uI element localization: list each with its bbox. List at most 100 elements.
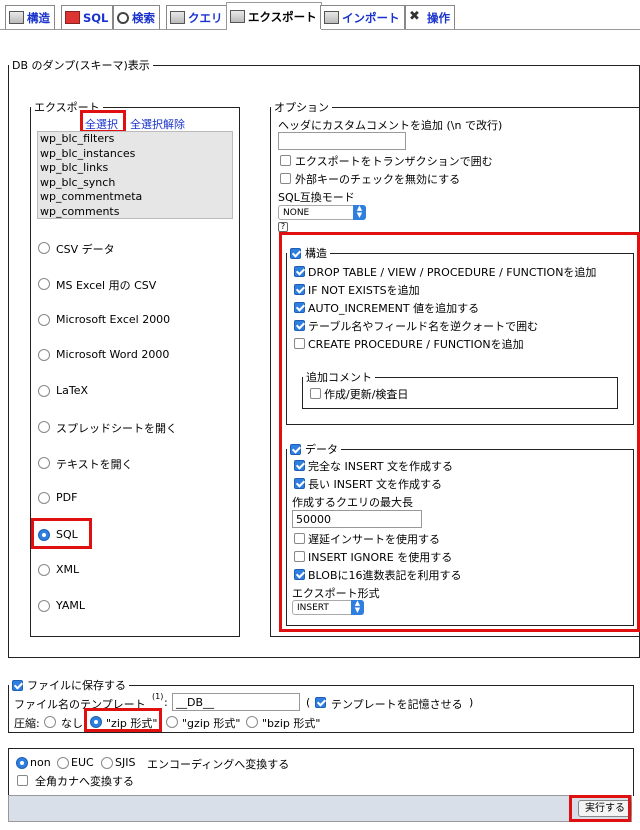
max-query-input[interactable] bbox=[292, 510, 422, 528]
create-procedure-checkbox[interactable] bbox=[294, 338, 305, 349]
delayed-insert-label: 遅延インサートを使用する bbox=[308, 533, 440, 546]
compress-none-radio[interactable] bbox=[44, 716, 56, 728]
drop-table-checkbox[interactable] bbox=[294, 266, 305, 277]
compress-bzip-radio[interactable] bbox=[246, 716, 258, 728]
option-label: CREATE PROCEDURE / FUNCTIONを追加 bbox=[308, 338, 524, 351]
complete-insert-checkbox[interactable] bbox=[294, 460, 305, 471]
insert-ignore-label: INSERT IGNORE を使用する bbox=[308, 551, 453, 564]
structure-legend-label: 構造 bbox=[305, 247, 327, 260]
save-legend-label: ファイルに保存する bbox=[27, 679, 126, 692]
format-radio-yaml[interactable] bbox=[38, 600, 50, 612]
dump-legend: DB のダンプ(スキーマ)表示 bbox=[12, 59, 150, 72]
template-input[interactable] bbox=[172, 693, 300, 711]
format-radio-text[interactable] bbox=[38, 457, 50, 469]
save-legend: ファイルに保存する bbox=[9, 677, 129, 693]
blob-hex-checkbox[interactable] bbox=[294, 569, 305, 580]
tab-structure[interactable]: 構造 bbox=[5, 5, 55, 29]
structure-legend: 構造 bbox=[287, 245, 330, 261]
kana-label: 全角カナへ変換する bbox=[35, 775, 134, 788]
compat-label: SQL互換モード bbox=[278, 191, 355, 204]
tab-export[interactable]: エクスポート bbox=[226, 2, 322, 30]
deselect-all-link[interactable]: 全選択解除 bbox=[130, 116, 185, 132]
extended-insert-checkbox[interactable] bbox=[294, 478, 305, 489]
dates-checkbox[interactable] bbox=[310, 388, 321, 399]
data-legend: データ bbox=[287, 441, 341, 457]
table-option[interactable]: wp_blc_filters bbox=[38, 132, 232, 147]
format-radio-excel2000[interactable] bbox=[38, 314, 50, 326]
encoding-sjis-radio[interactable] bbox=[101, 757, 113, 769]
tab-operations[interactable]: 操作 bbox=[405, 5, 455, 29]
query-icon bbox=[170, 11, 185, 24]
table-option[interactable]: wp_blc_synch bbox=[38, 176, 232, 191]
insert-ignore-checkbox[interactable] bbox=[294, 551, 305, 562]
select-arrows-icon: ▲ ▼ bbox=[351, 600, 364, 615]
transaction-label: エクスポートをトランザクションで囲む bbox=[295, 155, 493, 168]
save-file-checkbox[interactable] bbox=[12, 679, 23, 691]
format-radio-spreadsheet[interactable] bbox=[38, 421, 50, 433]
delayed-insert-checkbox[interactable] bbox=[294, 533, 305, 544]
format-radio-csv[interactable] bbox=[38, 242, 50, 254]
compat-select[interactable]: NONE ▲ ▼ bbox=[278, 205, 366, 220]
fk-checkbox[interactable] bbox=[280, 173, 291, 184]
complete-insert-label: 完全な INSERT 文を作成する bbox=[308, 460, 453, 473]
format-label: XML bbox=[56, 563, 80, 576]
transaction-checkbox[interactable] bbox=[280, 155, 291, 166]
format-radio-csv-excel[interactable] bbox=[38, 278, 50, 290]
data-checkbox[interactable] bbox=[290, 443, 301, 455]
extended-insert-label: 長い INSERT 文を作成する bbox=[308, 478, 442, 491]
format-radio-pdf[interactable] bbox=[38, 492, 50, 504]
format-radio-latex[interactable] bbox=[38, 385, 50, 397]
format-radio-word2000[interactable] bbox=[38, 349, 50, 361]
remember-open: ( bbox=[306, 696, 311, 709]
encoding-label: EUC bbox=[71, 756, 94, 769]
table-option[interactable]: wp_comments bbox=[38, 205, 232, 219]
import-icon bbox=[324, 11, 339, 24]
table-option[interactable]: wp_blc_instances bbox=[38, 147, 232, 162]
highlight-zip bbox=[84, 708, 162, 732]
encoding-suffix: エンコーディングへ変換する bbox=[147, 758, 290, 771]
header-comment-input[interactable] bbox=[278, 132, 406, 150]
blob-hex-label: BLOBに16進数表記を利用する bbox=[308, 569, 462, 582]
comment-legend: 追加コメント bbox=[306, 371, 372, 384]
table-option[interactable]: wp_blc_links bbox=[38, 161, 232, 176]
backquotes-checkbox[interactable] bbox=[294, 320, 305, 331]
tab-label: 検索 bbox=[132, 10, 155, 25]
encoding-label: SJIS bbox=[115, 756, 136, 769]
format-label: MS Excel 用の CSV bbox=[56, 279, 157, 292]
if-not-exists-checkbox[interactable] bbox=[294, 284, 305, 295]
tab-import[interactable]: インポート bbox=[320, 5, 405, 29]
tab-query[interactable]: クエリ bbox=[166, 5, 228, 29]
options-legend: オプション bbox=[274, 101, 329, 114]
auto-increment-checkbox[interactable] bbox=[294, 302, 305, 313]
structure-checkbox[interactable] bbox=[290, 247, 301, 259]
compress-label: 圧縮: bbox=[14, 717, 40, 730]
header-comment-label: ヘッダにカスタムコメントを追加 (\n で改行) bbox=[278, 119, 503, 132]
highlight-sql-format bbox=[31, 518, 92, 549]
encoding-euc-radio[interactable] bbox=[57, 757, 69, 769]
help-icon[interactable]: ? bbox=[278, 222, 288, 232]
search-icon bbox=[117, 11, 129, 24]
format-label: Microsoft Word 2000 bbox=[56, 348, 170, 361]
format-label: CSV データ bbox=[56, 243, 115, 256]
export-type-select[interactable]: INSERT ▲ ▼ bbox=[292, 600, 364, 615]
format-label: PDF bbox=[56, 491, 78, 504]
compress-gzip-radio[interactable] bbox=[166, 716, 178, 728]
tab-label: インポート bbox=[342, 10, 400, 25]
table-select-list[interactable]: wp_blc_filters wp_blc_instances wp_blc_l… bbox=[37, 131, 233, 219]
format-label: スプレッドシートを開く bbox=[56, 422, 177, 435]
fk-label: 外部キーのチェックを無効にする bbox=[295, 173, 461, 186]
tab-sql[interactable]: SQL bbox=[61, 5, 114, 29]
encoding-non-radio[interactable] bbox=[16, 757, 28, 769]
kana-checkbox[interactable] bbox=[17, 775, 28, 786]
format-label: LaTeX bbox=[56, 384, 89, 397]
remember-template-checkbox[interactable] bbox=[315, 697, 326, 708]
compress-option-label: なし bbox=[61, 717, 83, 730]
table-option[interactable]: wp_commentmeta bbox=[38, 190, 232, 205]
remember-close: ) bbox=[469, 696, 474, 709]
tab-label: クエリ bbox=[188, 10, 223, 25]
tab-search[interactable]: 検索 bbox=[113, 5, 160, 29]
option-label: DROP TABLE / VIEW / PROCEDURE / FUNCTION… bbox=[308, 266, 597, 279]
export-type-label: エクスポート形式 bbox=[292, 587, 380, 600]
format-radio-xml[interactable] bbox=[38, 564, 50, 576]
compat-value: NONE bbox=[283, 208, 310, 218]
